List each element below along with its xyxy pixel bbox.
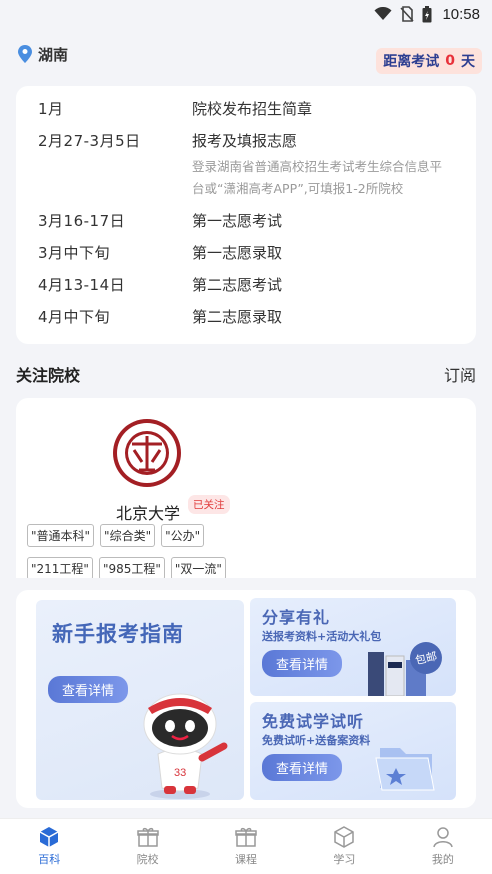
svg-text:33: 33	[174, 767, 186, 779]
share-subtitle: 送报考资料+活动大礼包	[262, 630, 382, 643]
school-name: 北京大学	[116, 504, 181, 523]
guide-title: 新手报考指南	[52, 622, 184, 646]
school-tag: "985工程"	[98, 557, 165, 578]
schedule-event: 第二志愿录取	[192, 308, 283, 326]
schedule-note-line: 台或“潇湘高考APP”,可填报1-2所院校	[192, 181, 404, 196]
folder-star-icon	[375, 748, 435, 791]
status-bar: 10:58	[0, 0, 492, 28]
wifi-icon	[374, 7, 392, 20]
top-bar: 湖南 距离考试 0 天	[0, 28, 492, 80]
university-seal-logo	[113, 419, 181, 487]
schedule-event: 院校发布招生简章	[192, 100, 313, 118]
school-tags-row: "211工程" "985工程" "双一流"	[27, 557, 257, 578]
exam-countdown-days: 0	[445, 53, 455, 69]
school-tag: "综合类"	[100, 524, 156, 547]
tab-study[interactable]: 学习	[295, 819, 393, 874]
tab-label: 我的	[431, 853, 454, 866]
school-tag: "211工程"	[27, 557, 93, 578]
schedule-event: 报考及填报志愿	[192, 132, 298, 150]
schedule-row: 1月 院校发布招生简章	[38, 100, 454, 118]
location-pin-icon	[18, 45, 32, 63]
mascot-robot-icon: 33	[143, 693, 228, 799]
school-tags-row: "普通本科" "综合类" "公办"	[27, 524, 257, 547]
battery-icon	[422, 5, 432, 22]
gift-icon	[235, 827, 257, 847]
tab-courses[interactable]: 课程	[197, 819, 295, 874]
tab-label: 百科	[38, 853, 61, 866]
no-sim-icon	[400, 6, 415, 22]
share-detail-button[interactable]: 查看详情	[262, 650, 343, 677]
schedule-date: 4月中下旬	[38, 308, 111, 326]
schedule-row: 4月13-14日 第二志愿考试	[38, 276, 454, 294]
share-gift-banner[interactable]: 分享有礼 送报考资料+活动大礼包 查看详情 包邮	[250, 598, 456, 696]
schedule-row: 2月27-3月5日 报考及填报志愿	[38, 132, 454, 150]
trial-detail-button[interactable]: 查看详情	[262, 754, 343, 781]
schedule-date: 3月16-17日	[38, 212, 126, 230]
tab-label: 院校	[136, 853, 159, 866]
schedule-note: 登录湖南省普通高校招生考试考生综合信息平 台或“潇湘高考APP”,可填报1-2所…	[192, 156, 454, 200]
exam-countdown-label: 距离考试	[383, 54, 440, 70]
exam-countdown-unit: 天	[461, 54, 475, 70]
schedule-event: 第二志愿考试	[192, 276, 283, 294]
subscribe-link[interactable]: 订阅	[444, 362, 476, 386]
guide-detail-button[interactable]: 查看详情	[48, 676, 129, 703]
followed-schools-header: 关注院校 订阅	[16, 362, 476, 386]
location-selector[interactable]: 湖南	[18, 44, 68, 65]
schedule-row: 4月中下旬 第二志愿录取	[38, 308, 454, 326]
cube-icon	[39, 827, 59, 847]
section-title: 关注院校	[16, 366, 81, 385]
exam-countdown-badge: 距离考试 0 天	[376, 48, 482, 74]
tab-encyclopedia[interactable]: 百科	[0, 819, 98, 874]
school-card[interactable]: 北京大学 已关注 "普通本科" "综合类" "公办" "211工程" "985工…	[16, 398, 476, 578]
trial-subtitle: 免费试听+送备案资料	[262, 734, 371, 747]
school-tag: "公办"	[161, 524, 205, 547]
person-icon	[433, 827, 453, 848]
schedule-date: 3月中下旬	[38, 244, 111, 262]
followed-badge: 已关注	[188, 495, 230, 514]
clock: 10:58	[442, 5, 480, 23]
schedule-row: 3月16-17日 第一志愿考试	[38, 212, 454, 230]
box-icon	[334, 826, 355, 848]
tab-profile[interactable]: 我的	[394, 819, 492, 874]
tab-schools[interactable]: 院校	[98, 819, 196, 874]
school-tag: "普通本科"	[27, 524, 95, 547]
share-title: 分享有礼	[262, 608, 331, 627]
location-name: 湖南	[38, 45, 69, 64]
tab-label: 学习	[333, 853, 356, 866]
schedule-row: 3月中下旬 第一志愿录取	[38, 244, 454, 262]
free-trial-banner[interactable]: 免费试学试听 免费试听+送备案资料 查看详情	[250, 702, 456, 800]
school-tag: "双一流"	[170, 557, 226, 578]
schedule-event: 第一志愿考试	[192, 212, 283, 230]
schedule-date: 2月27-3月5日	[38, 132, 141, 150]
schedule-date: 1月	[38, 100, 64, 118]
promo-section: 新手报考指南 查看详情 33 分享有礼 送报考资料+活动大礼包 查看详情 包邮	[16, 590, 476, 808]
schedule-card: 1月 院校发布招生简章 2月27-3月5日 报考及填报志愿 登录湖南省普通高校招…	[16, 86, 476, 344]
newbie-guide-banner[interactable]: 新手报考指南 查看详情 33	[36, 600, 244, 800]
schedule-note-line: 登录湖南省普通高校招生考试考生综合信息平	[192, 159, 443, 174]
gift-icon	[136, 827, 159, 847]
bottom-tab-bar: 百科 院校 课程 学习 我的	[0, 818, 492, 874]
trial-title: 免费试学试听	[262, 712, 365, 731]
schedule-date: 4月13-14日	[38, 276, 126, 294]
tab-label: 课程	[235, 853, 258, 866]
schedule-event: 第一志愿录取	[192, 244, 283, 262]
